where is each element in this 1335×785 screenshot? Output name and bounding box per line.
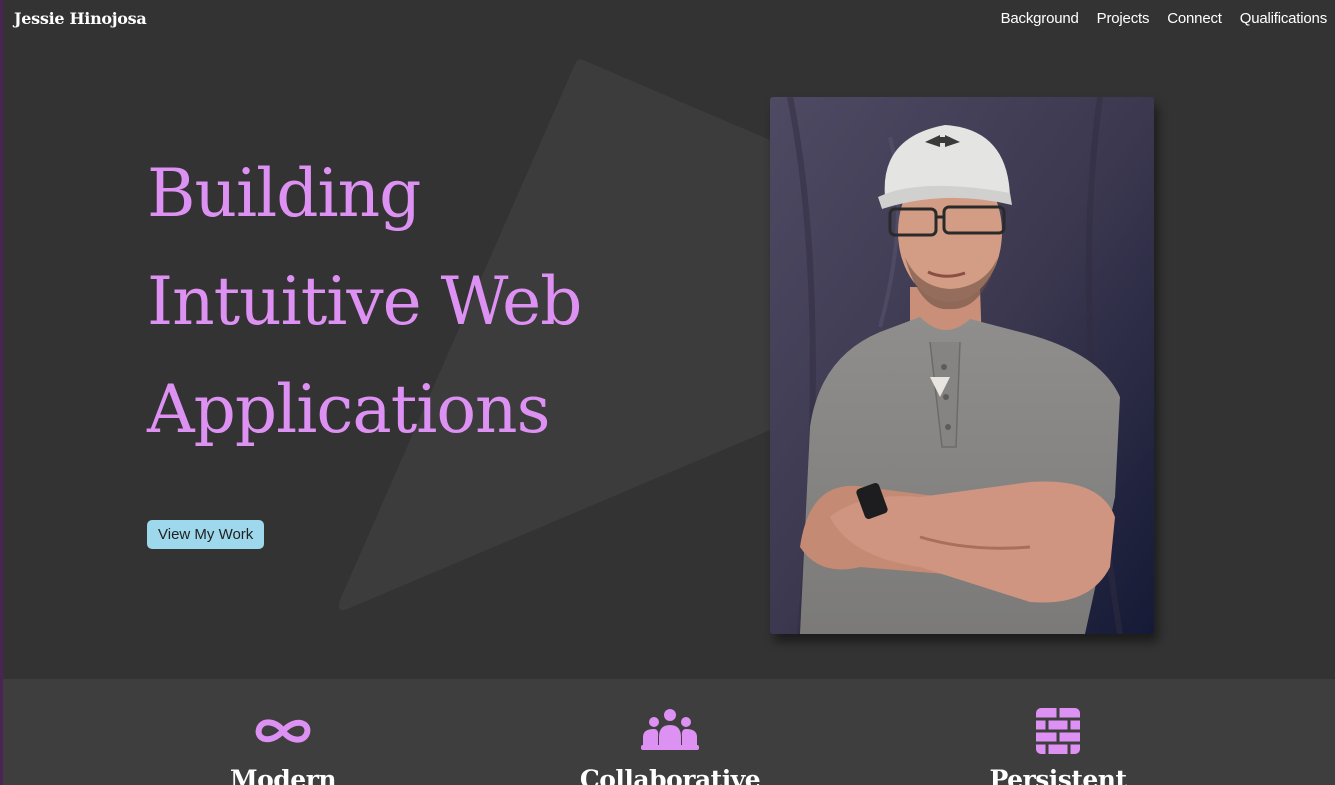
people-group-icon	[641, 709, 699, 750]
nav-link-background[interactable]: Background	[1001, 10, 1079, 27]
feature-collaborative: Collaborative	[520, 679, 820, 785]
feature-persistent: Persistent	[908, 679, 1208, 785]
page: Jessie Hinojosa Background Projects Conn…	[0, 0, 1335, 785]
infinity-icon	[255, 719, 311, 743]
brand-logo-link[interactable]: Jessie Hinojosa	[14, 9, 147, 28]
feature-title-persistent: Persistent	[989, 765, 1127, 785]
hero-title-line-3: Applications	[147, 371, 550, 448]
feature-title-collaborative: Collaborative	[579, 765, 761, 785]
feature-modern: Modern	[133, 679, 433, 785]
brick-wall-icon	[1036, 708, 1080, 754]
top-navbar: Jessie Hinojosa Background Projects Conn…	[0, 0, 1335, 38]
hero-title-line-2: Intuitive Web	[147, 263, 582, 340]
portrait-illustration	[770, 97, 1154, 634]
hero-title: Building Intuitive Web Applications	[147, 140, 707, 464]
hero-title-line-1: Building	[147, 155, 421, 232]
nav-link-connect[interactable]: Connect	[1167, 10, 1222, 27]
nav-links: Background Projects Connect Qualificatio…	[1001, 10, 1328, 27]
nav-link-projects[interactable]: Projects	[1097, 10, 1150, 27]
portrait-photo	[770, 97, 1154, 634]
feature-title-modern: Modern	[229, 765, 337, 785]
features-section: Modern Collaborative Persistent	[3, 679, 1335, 785]
nav-link-qualifications[interactable]: Qualifications	[1240, 10, 1327, 27]
view-my-work-button[interactable]: View My Work	[147, 520, 265, 549]
